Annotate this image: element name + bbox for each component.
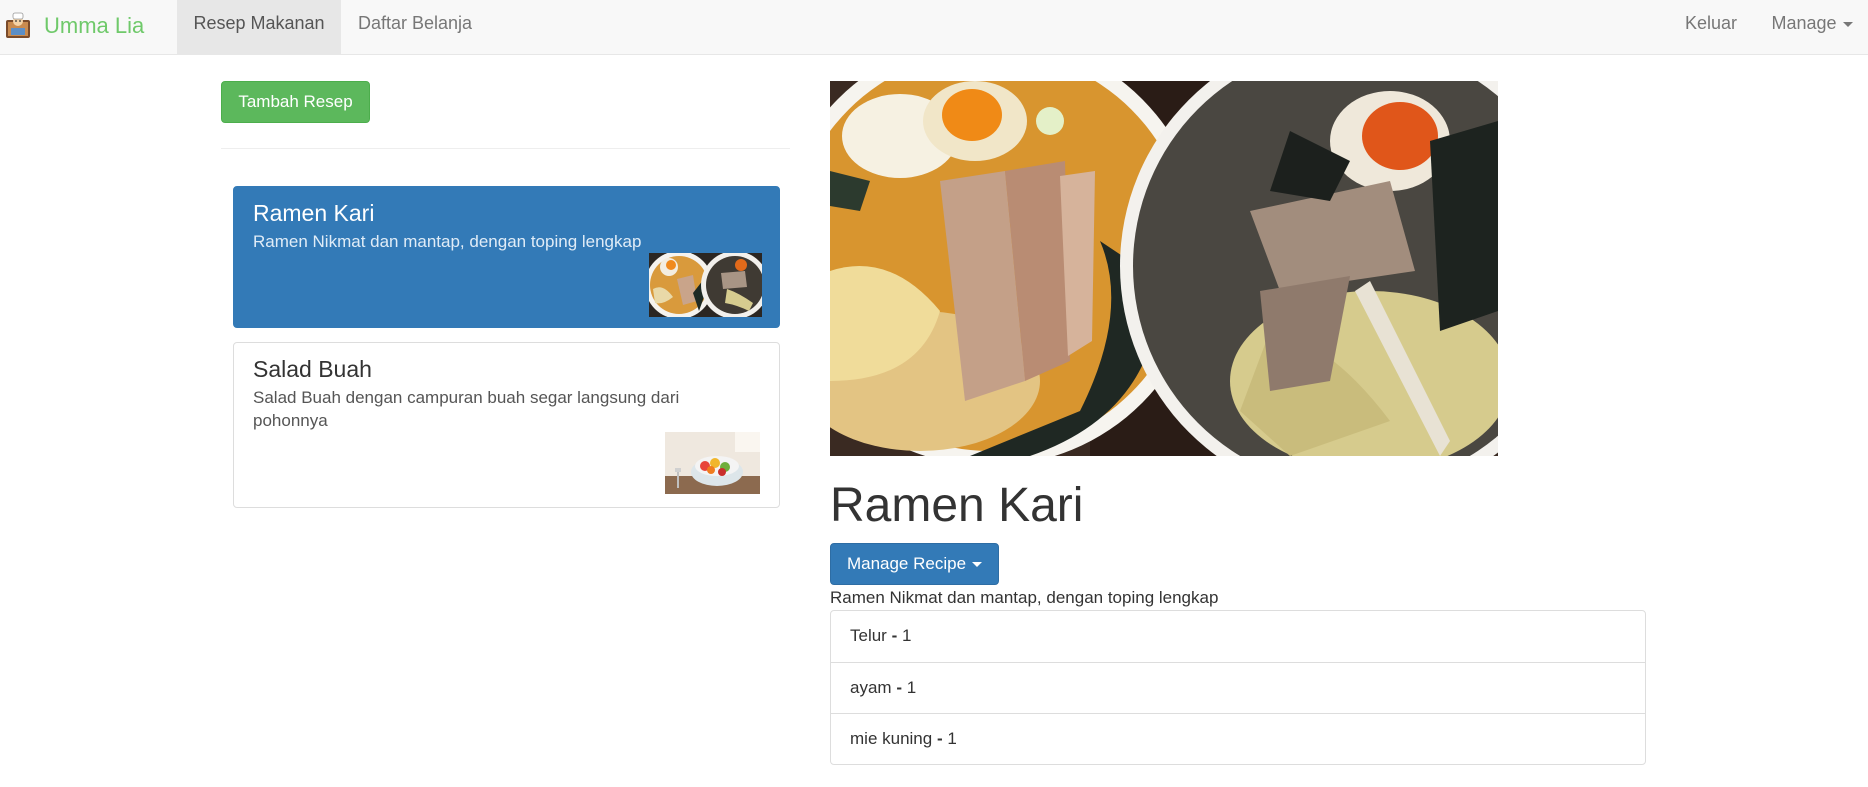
ingredient-name: mie kuning xyxy=(850,729,933,748)
ingredient-separator: - xyxy=(891,626,898,645)
ingredient-name: ayam xyxy=(850,678,892,697)
brand[interactable]: Umma Lia xyxy=(4,9,144,43)
chef-logo-icon xyxy=(6,12,30,38)
tab-daftar-belanja[interactable]: Daftar Belanja xyxy=(341,0,489,54)
ingredient-list: Telur - 1 ayam - 1 mie kuning - 1 xyxy=(830,610,1646,765)
chevron-down-icon xyxy=(1842,21,1853,27)
recipe-description: Salad Buah dengan campuran buah segar la… xyxy=(253,388,680,430)
ramen-thumbnail xyxy=(649,253,762,317)
recipe-title: Ramen Kari xyxy=(253,200,375,226)
recipe-description: Ramen Nikmat dan mantap, dengan toping l… xyxy=(253,232,642,251)
tab-label: Resep Makanan xyxy=(193,13,325,33)
ingredient-separator: - xyxy=(896,678,902,697)
ingredient-item: Telur - 1 xyxy=(831,611,1645,662)
manage-recipe-button[interactable]: Manage Recipe xyxy=(830,543,999,585)
ingredient-separator: - xyxy=(936,729,943,748)
chevron-down-icon xyxy=(972,562,983,568)
divider xyxy=(221,148,790,149)
recipe-detail-description: Ramen Nikmat dan mantap, dengan toping l… xyxy=(830,588,1219,607)
logout-link[interactable]: Keluar xyxy=(1666,0,1756,54)
manage-label: Manage xyxy=(1771,13,1837,33)
add-recipe-button[interactable]: Tambah Resep xyxy=(221,81,370,123)
ingredient-name: Telur xyxy=(850,626,887,645)
recipe-detail-title: Ramen Kari xyxy=(830,479,1084,532)
ramen-photo xyxy=(830,81,1498,456)
top-navbar: Umma Lia Resep Makanan Daftar Belanja Ke… xyxy=(0,0,1868,55)
logout-label: Keluar xyxy=(1684,13,1738,33)
manage-recipe-label: Manage Recipe xyxy=(846,554,967,573)
ingredient-item: mie kuning - 1 xyxy=(831,713,1645,764)
recipe-title: Salad Buah xyxy=(253,356,372,382)
ingredient-amount: 1 xyxy=(906,678,917,697)
recipe-list-item[interactable]: Ramen Kari Ramen Nikmat dan mantap, deng… xyxy=(233,186,780,328)
manage-dropdown[interactable]: Manage xyxy=(1756,0,1868,54)
recipe-list-item[interactable]: Salad Buah Salad Buah dengan campuran bu… xyxy=(233,342,780,508)
tab-resep-makanan[interactable]: Resep Makanan xyxy=(177,0,341,54)
ingredient-amount: 1 xyxy=(902,626,912,645)
brand-name: Umma Lia xyxy=(44,13,145,38)
fruit-salad-thumbnail xyxy=(665,432,760,494)
tab-label: Daftar Belanja xyxy=(357,13,473,33)
ingredient-amount: 1 xyxy=(947,729,957,748)
ingredient-item: ayam - 1 xyxy=(831,662,1645,713)
